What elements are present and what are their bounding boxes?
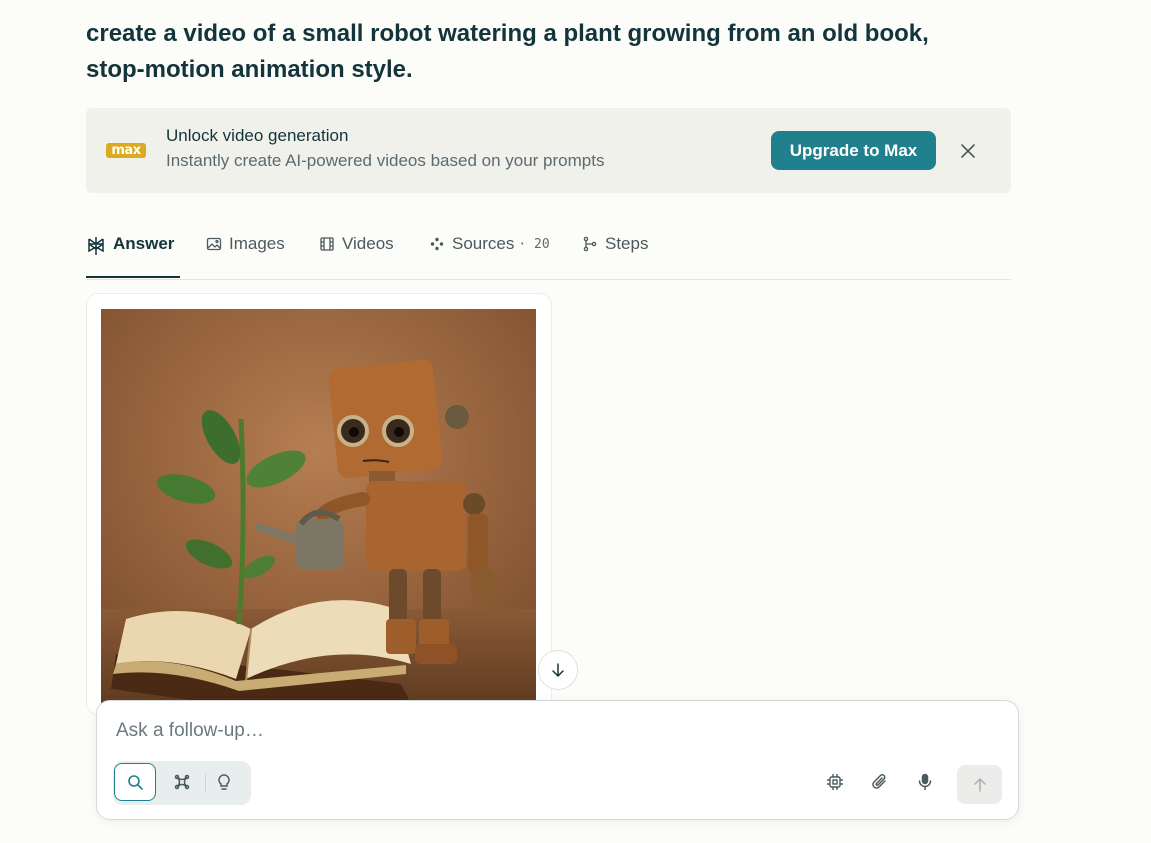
search-icon xyxy=(128,775,143,790)
model-select-button[interactable] xyxy=(818,765,852,799)
labs-mode-button[interactable] xyxy=(203,763,245,801)
image-icon xyxy=(206,237,222,251)
sources-icon xyxy=(430,237,444,251)
model-chip-icon xyxy=(827,774,843,790)
tab-answer-label: Answer xyxy=(113,234,175,253)
result-tabs: Answer Images Videos Sources · 20 Steps xyxy=(86,228,1011,280)
close-icon xyxy=(961,144,975,158)
banner-title: Unlock video generation xyxy=(166,126,349,145)
search-mode-group xyxy=(113,761,251,805)
follow-up-composer xyxy=(96,700,1019,820)
tab-sources-separator: · xyxy=(518,237,527,252)
arrow-up-icon xyxy=(973,777,986,792)
film-icon xyxy=(320,237,334,251)
banner-subtitle: Instantly create AI-powered videos based… xyxy=(166,151,605,170)
tab-videos[interactable]: Videos xyxy=(319,228,394,278)
research-mode-button[interactable] xyxy=(161,763,203,801)
tab-sources-label: Sources xyxy=(452,234,515,253)
tab-sources-count: · 20 xyxy=(518,237,549,252)
upgrade-to-max-button[interactable]: Upgrade to Max xyxy=(771,131,936,170)
send-button[interactable] xyxy=(957,765,1002,804)
voice-button[interactable] xyxy=(908,765,942,799)
follow-up-input[interactable] xyxy=(114,715,998,747)
perplexity-logo-icon xyxy=(88,237,104,255)
tab-steps-label: Steps xyxy=(605,234,649,253)
tab-answer[interactable]: Answer xyxy=(86,228,180,278)
search-mode-button[interactable] xyxy=(114,763,156,801)
query-title: create a video of a small robot watering… xyxy=(86,20,929,83)
attach-paperclip-icon xyxy=(872,774,886,789)
generated-image-card[interactable] xyxy=(86,293,552,715)
tab-videos-label: Videos xyxy=(342,234,394,253)
arrow-down-icon xyxy=(552,663,564,678)
scroll-down-button[interactable] xyxy=(538,650,578,690)
max-badge: max xyxy=(106,143,146,158)
tab-steps[interactable]: Steps xyxy=(582,228,648,278)
steps-icon xyxy=(583,236,597,252)
robot-watering-plant-image[interactable] xyxy=(101,309,536,709)
close-banner-button[interactable] xyxy=(958,141,978,161)
labs-lightbulb-icon xyxy=(218,774,230,790)
upgrade-banner: max Unlock video generation Instantly cr… xyxy=(86,108,1011,193)
tab-sources-count-value: 20 xyxy=(534,237,550,252)
tab-sources[interactable]: Sources · 20 xyxy=(429,228,550,278)
attach-button[interactable] xyxy=(863,765,897,799)
microphone-icon xyxy=(918,773,932,791)
research-icon xyxy=(174,774,190,790)
tab-images[interactable]: Images xyxy=(206,228,285,278)
tab-images-label: Images xyxy=(229,234,285,253)
